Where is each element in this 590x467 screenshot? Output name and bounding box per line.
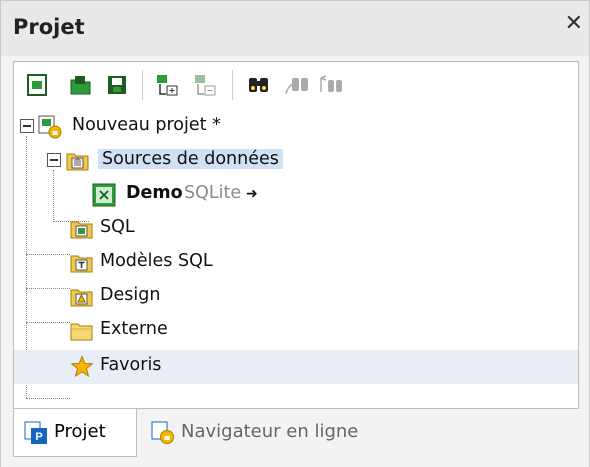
save-project-icon[interactable] (104, 72, 130, 98)
database-connection-icon (92, 183, 116, 207)
star-icon (70, 355, 94, 378)
replace-icon[interactable] (318, 72, 344, 98)
design-folder-icon (70, 289, 93, 307)
demo-type: SQLite (184, 183, 242, 203)
tab-label: Projet (54, 421, 106, 442)
tab-navigateur[interactable]: Navigateur en ligne (149, 409, 399, 457)
tree-row-datasources[interactable]: Sources de données (14, 144, 578, 178)
tab-label: Navigateur en ligne (181, 421, 359, 442)
panel-titlebar: Projet ✕ (1, 1, 589, 56)
open-project-icon[interactable] (68, 72, 94, 98)
tree-connector (26, 398, 70, 399)
collapse-toggle[interactable] (20, 119, 34, 133)
folder-icon (70, 323, 93, 341)
tab-projet[interactable]: P Projet (13, 409, 137, 457)
svg-text:P: P (35, 431, 42, 443)
item-label: Modèles SQL (100, 251, 213, 271)
online-browser-icon (151, 421, 174, 444)
tree-row-design[interactable]: Design (14, 280, 578, 314)
datasource-folder-icon (66, 153, 89, 171)
demo-name: Demo (126, 183, 183, 203)
find-next-icon[interactable] (284, 72, 310, 98)
tree-row-root[interactable]: Nouveau projet * (14, 110, 578, 144)
add-files-icon[interactable] (154, 72, 180, 98)
item-label: Externe (100, 319, 168, 339)
toolbar-separator (232, 70, 233, 100)
tree-row-demo[interactable]: Demo SQLite ➜ (14, 178, 578, 212)
project-toolbar (14, 62, 578, 108)
toolbar-separator (142, 70, 143, 100)
tree-row-external[interactable]: Externe (14, 314, 578, 348)
tree-row-sql[interactable]: SQL (14, 212, 578, 246)
project-icon (38, 115, 62, 139)
tree-row-sql-templates[interactable]: Modèles SQL (14, 246, 578, 280)
collapse-toggle[interactable] (47, 153, 61, 167)
sql-folder-icon (70, 221, 93, 239)
project-panel: Projet ✕ Nouveau projet * Sources de don… (0, 0, 590, 467)
templates-folder-icon (70, 255, 93, 273)
panel-tabs: P Projet Navigateur en ligne (1, 409, 589, 467)
datasources-label: Sources de données (98, 149, 283, 169)
arrow-right-icon: ➜ (246, 186, 258, 202)
tree-row-favorites[interactable]: Favoris (14, 350, 578, 384)
project-tab-icon: P (24, 421, 47, 444)
new-project-icon[interactable] (24, 72, 50, 98)
close-icon[interactable]: ✕ (565, 13, 583, 35)
item-label: Favoris (100, 355, 162, 375)
find-icon[interactable] (246, 72, 272, 98)
remove-files-icon[interactable] (192, 72, 218, 98)
root-label: Nouveau projet * (72, 115, 221, 135)
item-label: Design (100, 285, 161, 305)
project-content: Nouveau projet * Sources de données Demo… (13, 61, 579, 409)
panel-title: Projet (13, 15, 85, 39)
item-label: SQL (100, 217, 135, 237)
